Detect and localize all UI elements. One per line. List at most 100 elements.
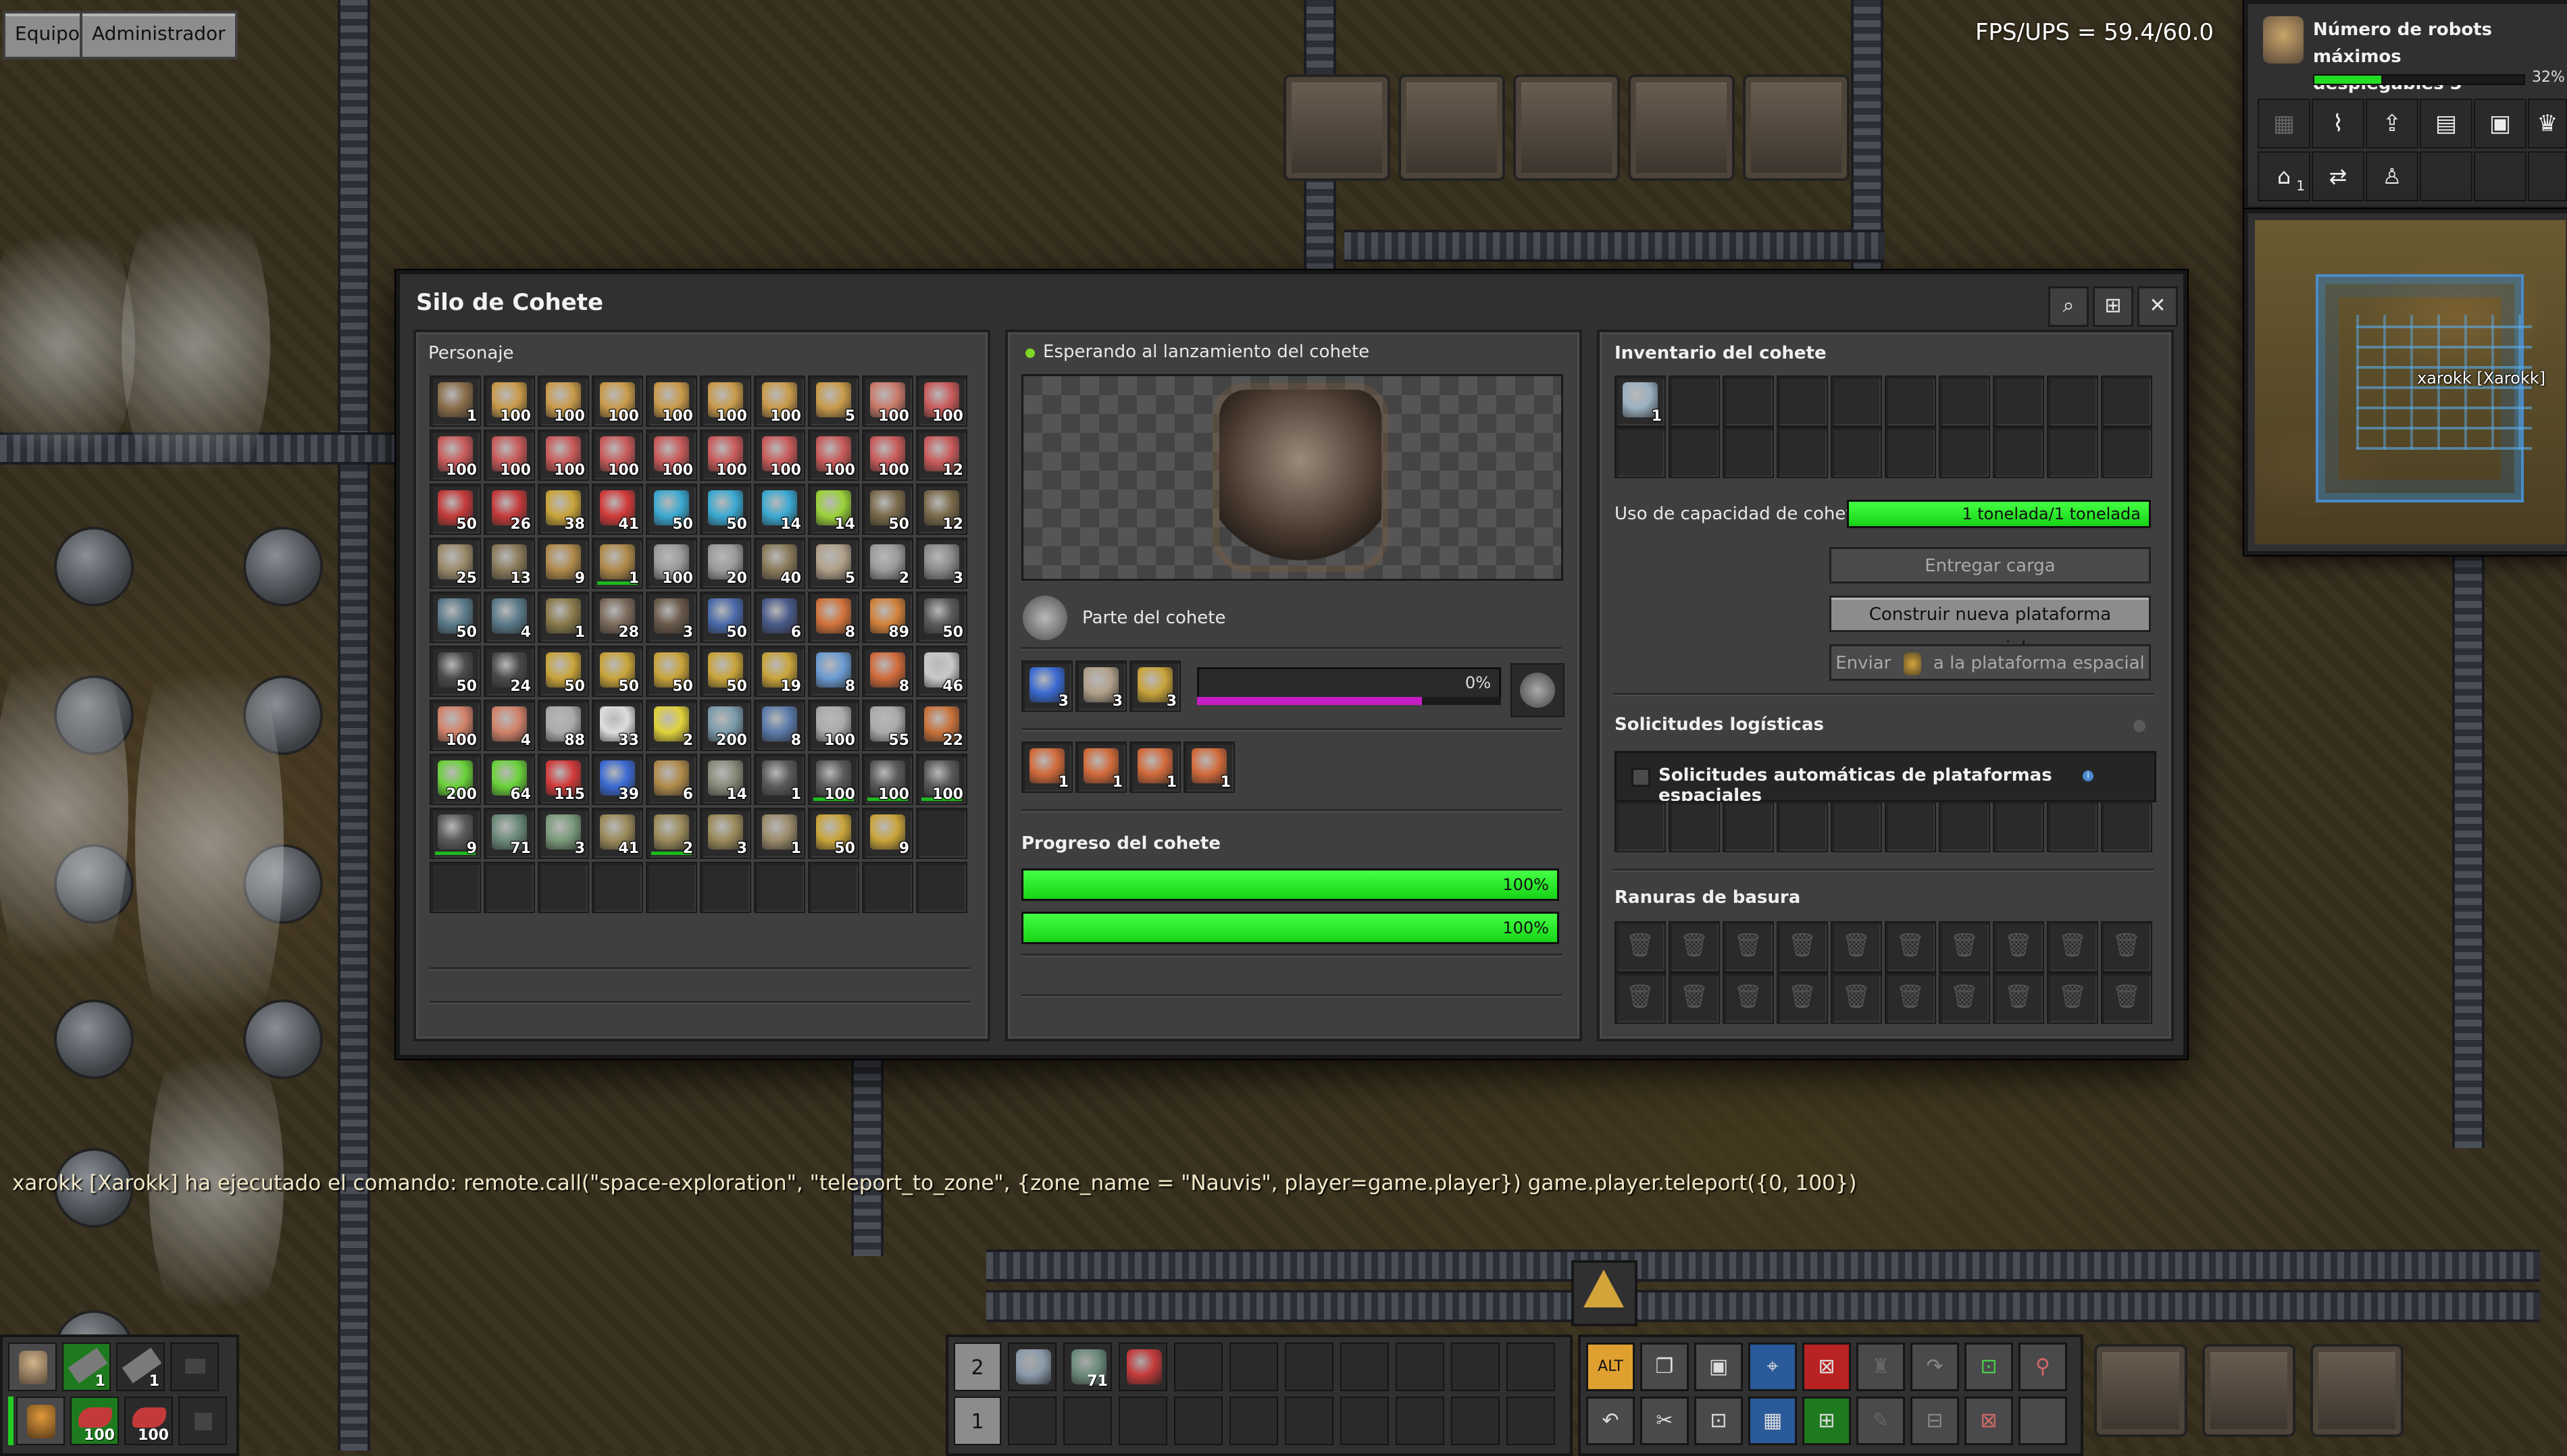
search-icon[interactable]: ⌕ [2048, 286, 2089, 327]
minimap[interactable]: xarokk [Xarokk] [2244, 209, 2567, 555]
inventory-slot[interactable]: 50 [700, 592, 751, 643]
inventory-slot[interactable]: 100 [538, 375, 589, 427]
inventory-slot[interactable]: 28 [592, 592, 643, 643]
inventory-slot[interactable]: 6 [646, 754, 697, 805]
graduation-icon[interactable]: ⌂ 1 [2258, 151, 2310, 201]
output-slot[interactable]: 1 [1184, 742, 1235, 793]
inventory-slot[interactable]: 100 [430, 430, 481, 481]
inventory-slot[interactable] [808, 862, 859, 913]
inventory-slot[interactable]: 200 [700, 700, 751, 751]
inventory-slot[interactable] [916, 808, 967, 859]
trash-slot[interactable]: 🗑 [1777, 921, 1828, 972]
inventory-slot[interactable]: 100 [484, 375, 535, 427]
result-slot[interactable] [1510, 663, 1565, 717]
ammo-slot-3[interactable] [178, 1397, 227, 1445]
rocket-slot[interactable] [1669, 375, 1720, 427]
rocket-slot[interactable] [1615, 427, 1666, 478]
inventory-slot[interactable]: 8 [808, 592, 859, 643]
inventory-slot[interactable]: 100 [916, 754, 967, 805]
filter-select-icon[interactable]: ⊟ [1910, 1397, 1959, 1445]
trash-slot[interactable]: 🗑 [1939, 921, 1990, 972]
alt-mode-icon[interactable]: ALT [1586, 1343, 1635, 1391]
inventory-slot[interactable]: 100 [592, 430, 643, 481]
inventory-slot[interactable]: 50 [916, 592, 967, 643]
logistic-request-slot[interactable] [2047, 801, 2098, 852]
inventory-slot[interactable] [430, 862, 481, 913]
inventory-slot[interactable]: 115 [538, 754, 589, 805]
quickbar-slot[interactable] [1063, 1397, 1112, 1445]
inventory-slot[interactable]: 1 [592, 538, 643, 589]
inventory-slot[interactable] [700, 862, 751, 913]
gun-slot-1[interactable]: 1 [62, 1343, 111, 1391]
inventory-slot[interactable]: 100 [754, 430, 805, 481]
trash-slot[interactable]: 🗑 [1885, 921, 1936, 972]
logistic-request-slot[interactable] [1993, 801, 2044, 852]
inventory-slot[interactable]: 4 [484, 592, 535, 643]
inventory-slot[interactable]: 8 [808, 646, 859, 697]
inventory-slot[interactable]: 12 [916, 430, 967, 481]
pulse-icon[interactable]: ⌇ [2312, 99, 2364, 149]
inventory-slot[interactable]: 20 [700, 538, 751, 589]
inventory-slot[interactable]: 14 [700, 754, 751, 805]
quickbar-slot[interactable] [1119, 1343, 1167, 1391]
inventory-slot[interactable]: 50 [646, 484, 697, 535]
inventory-slot[interactable]: 9 [538, 538, 589, 589]
ammo-slot-1[interactable]: 100 [70, 1397, 119, 1445]
inventory-slot[interactable] [538, 862, 589, 913]
armor-slot[interactable] [16, 1397, 65, 1445]
rocket-slot[interactable] [1993, 375, 2044, 427]
trash-slot[interactable]: 🗑 [1831, 921, 1882, 972]
quickbar-slot[interactable] [1506, 1343, 1555, 1391]
quickbar-slot[interactable] [1119, 1397, 1167, 1445]
rocket-slot[interactable] [2101, 375, 2152, 427]
ammo-slot-2[interactable]: 100 [124, 1397, 173, 1445]
inventory-slot[interactable]: 55 [862, 700, 913, 751]
trash-slot[interactable]: 🗑 [2047, 921, 2098, 972]
quickbar-slot[interactable] [1506, 1397, 1555, 1445]
output-slot[interactable]: 1 [1075, 742, 1127, 793]
inventory-slot[interactable]: 100 [808, 754, 859, 805]
inventory-slot[interactable]: 100 [862, 375, 913, 427]
gun-slot-3[interactable] [170, 1343, 219, 1391]
undo-icon[interactable]: ↶ [1586, 1397, 1635, 1445]
rocket-slot[interactable] [2047, 427, 2098, 478]
tree-icon[interactable]: ⊞ [2093, 286, 2133, 327]
quickbar-slot[interactable] [1285, 1397, 1333, 1445]
cancel-select-icon[interactable]: ⊠ [1964, 1397, 2013, 1445]
inventory-slot[interactable]: 3 [916, 538, 967, 589]
inventory-slot[interactable]: 41 [592, 484, 643, 535]
logistic-request-slot[interactable] [1831, 801, 1882, 852]
inventory-slot[interactable]: 5 [808, 538, 859, 589]
trash-slot[interactable]: 🗑 [1669, 972, 1720, 1024]
inventory-slot[interactable]: 1 [754, 808, 805, 859]
trash-slot[interactable]: 🗑 [1615, 972, 1666, 1024]
inventory-slot[interactable]: 40 [754, 538, 805, 589]
trash-slot[interactable]: 🗑 [1993, 921, 2044, 972]
logistic-request-slot[interactable] [2101, 801, 2152, 852]
inventory-slot[interactable]: 50 [646, 646, 697, 697]
inventory-slot[interactable]: 4 [484, 700, 535, 751]
inventory-slot[interactable]: 89 [862, 592, 913, 643]
upgrade-icon[interactable]: ⊞ [1802, 1397, 1851, 1445]
send-to-platform-button[interactable]: Enviar a la plataforma espacial [1829, 644, 2151, 681]
tech-icon[interactable]: ⇪ [2366, 99, 2418, 149]
inventory-slot[interactable]: 100 [646, 538, 697, 589]
deconstruct-icon[interactable]: ⊠ [1802, 1343, 1851, 1391]
inventory-slot[interactable]: 50 [808, 808, 859, 859]
quickbar-slot[interactable] [1229, 1397, 1278, 1445]
inventory-slot[interactable]: 39 [592, 754, 643, 805]
inventory-slot[interactable]: 1 [430, 375, 481, 427]
trash-slot[interactable]: 🗑 [1939, 972, 1990, 1024]
inventory-slot[interactable]: 8 [862, 646, 913, 697]
quickbar-slot[interactable] [1174, 1343, 1223, 1391]
rocket-slot[interactable] [1669, 427, 1720, 478]
trash-slot[interactable]: 🗑 [1723, 972, 1774, 1024]
output-slot[interactable]: 1 [1021, 742, 1073, 793]
inventory-slot[interactable]: 13 [484, 538, 535, 589]
inventory-slot[interactable]: 33 [592, 700, 643, 751]
cut-icon[interactable]: ✂ [1640, 1397, 1689, 1445]
quickbar-slot[interactable] [1396, 1343, 1444, 1391]
quickbar-slot[interactable] [1340, 1397, 1389, 1445]
inventory-slot[interactable]: 71 [484, 808, 535, 859]
inventory-slot[interactable]: 50 [700, 484, 751, 535]
